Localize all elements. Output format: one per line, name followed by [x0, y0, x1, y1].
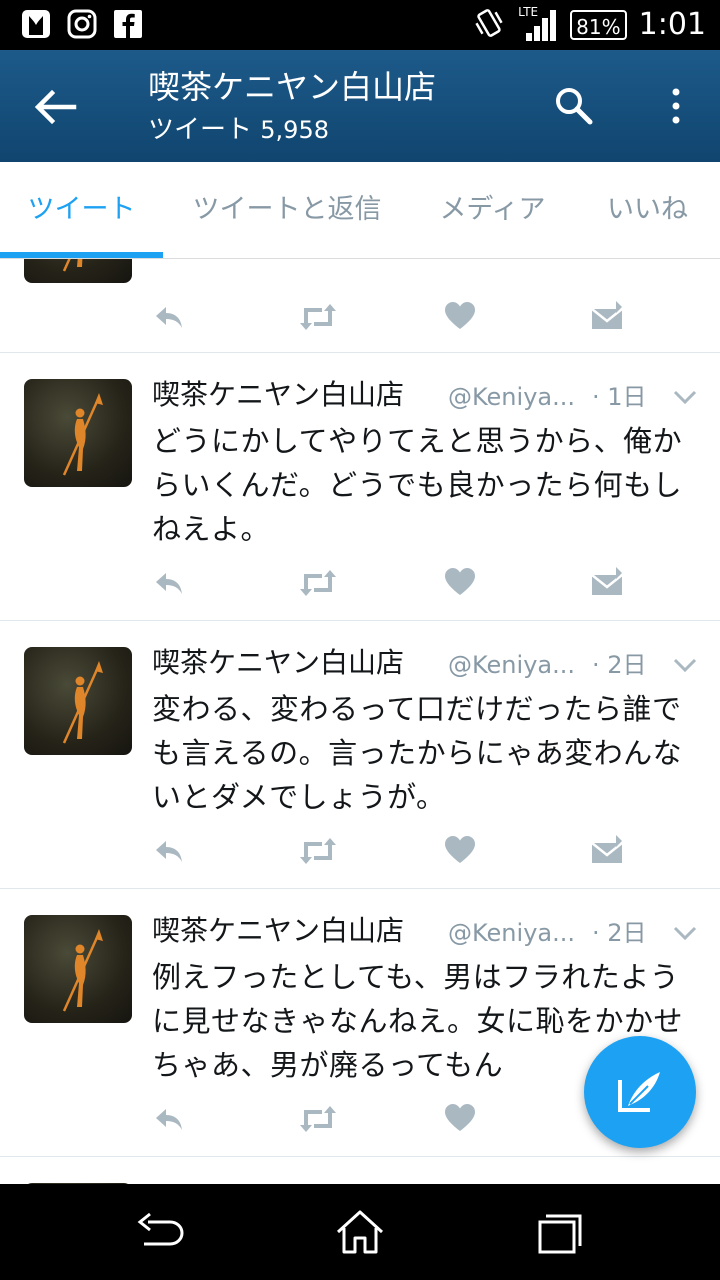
reply-icon	[156, 841, 182, 862]
recent-apps-button[interactable]	[534, 1208, 586, 1256]
tweet-author-name[interactable]: 喫茶ケニヤン白山店	[152, 911, 404, 951]
tweet-item-partial[interactable]	[0, 259, 720, 353]
direct-message-button[interactable]	[590, 299, 624, 335]
reply-button[interactable]	[152, 299, 186, 335]
tweet-author-handle[interactable]: @Keniya...	[448, 915, 578, 951]
tweet-item[interactable]: 喫茶ケニヤン白山店 @Keniya... · 1日 どうにかしてやりてえと思うか…	[0, 353, 720, 621]
profile-tabs: ツイート ツイートと返信 メディア いいね	[0, 162, 720, 259]
reply-icon	[156, 573, 182, 594]
arrow-left-icon	[34, 89, 77, 125]
avatar[interactable]	[24, 259, 132, 283]
reply-button[interactable]	[152, 565, 186, 601]
heart-icon	[445, 1104, 475, 1131]
compose-tweet-button[interactable]	[584, 1036, 696, 1148]
tuxedo-app-icon	[20, 8, 52, 40]
page-title: 喫茶ケニヤン白山店	[148, 68, 437, 106]
like-button[interactable]	[444, 833, 476, 869]
tweet-author-name[interactable]: 喫茶ケニヤン白山店	[152, 375, 404, 415]
back-nav-button[interactable]	[134, 1208, 186, 1256]
more-options-button[interactable]	[662, 86, 690, 126]
tweet-actions	[0, 565, 720, 601]
heart-icon	[445, 302, 475, 329]
direct-message-button[interactable]	[590, 833, 624, 869]
avatar[interactable]	[24, 915, 132, 1023]
tweet-menu-button[interactable]	[672, 925, 698, 943]
recent-apps-icon	[538, 1214, 582, 1254]
tweet-actions	[0, 299, 720, 335]
tab-tweets[interactable]: ツイート	[0, 162, 163, 258]
more-vertical-icon	[672, 88, 680, 124]
back-button[interactable]	[30, 86, 82, 128]
tweet-menu-button[interactable]	[672, 657, 698, 675]
reply-icon	[156, 307, 182, 328]
retweet-icon	[300, 1106, 336, 1132]
retweet-button[interactable]	[298, 1101, 338, 1137]
reply-button[interactable]	[152, 1101, 186, 1137]
status-bar: LTE 81% 1:01	[0, 0, 720, 50]
active-tab-indicator	[0, 252, 163, 258]
vibrate-icon	[472, 6, 506, 44]
home-nav-button[interactable]	[334, 1208, 386, 1256]
tweet-text: 変わる、変わるって口だけだったら誰でも言えるの。言ったからにゃあ変わんないとダメ…	[152, 692, 683, 814]
direct-message-button[interactable]	[590, 565, 624, 601]
chevron-down-icon	[673, 926, 697, 941]
tweet-count-line: ツイート 5,958	[148, 112, 329, 148]
battery-indicator: 81%	[570, 10, 627, 40]
signal-icon: LTE	[518, 5, 558, 43]
back-nav-icon	[137, 1212, 184, 1246]
tweet-item-partial[interactable]	[0, 1157, 720, 1184]
tweet-author-name[interactable]: 喫茶ケニヤン白山店	[152, 643, 404, 683]
tweet-time: · 1日	[592, 383, 647, 411]
like-button[interactable]	[444, 299, 476, 335]
chevron-down-icon	[673, 390, 697, 405]
search-icon	[556, 88, 593, 125]
home-icon	[336, 1210, 384, 1254]
clock: 1:01	[638, 7, 706, 42]
tweet-time: · 2日	[592, 651, 647, 679]
like-button[interactable]	[444, 565, 476, 601]
tweet-count-label: ツイート	[148, 115, 253, 145]
retweet-button[interactable]	[298, 299, 338, 335]
reply-icon	[156, 1109, 182, 1130]
tab-media[interactable]: メディア	[420, 162, 565, 258]
envelope-icon	[591, 301, 623, 329]
heart-icon	[445, 568, 475, 595]
tweet-time: · 2日	[592, 919, 647, 947]
avatar[interactable]	[24, 379, 132, 487]
tab-tweets-and-replies[interactable]: ツイートと返信	[172, 162, 402, 258]
retweet-icon	[300, 570, 336, 596]
tweet-menu-button[interactable]	[672, 389, 698, 407]
instagram-icon	[66, 8, 98, 40]
retweet-button[interactable]	[298, 833, 338, 869]
reply-button[interactable]	[152, 833, 186, 869]
like-button[interactable]	[444, 1101, 476, 1137]
heart-icon	[445, 836, 475, 863]
app-bar: 喫茶ケニヤン白山店 ツイート 5,958	[0, 50, 720, 162]
tweet-text: どうにかしてやりてえと思うから、俺からいくんだ。どうでも良かったら何もしねえよ。	[152, 424, 683, 546]
tweet-actions	[0, 833, 720, 869]
avatar[interactable]	[24, 647, 132, 755]
facebook-icon	[112, 8, 144, 40]
compose-quill-icon	[618, 1072, 660, 1112]
retweet-icon	[300, 304, 336, 330]
chevron-down-icon	[673, 658, 697, 673]
system-navigation-bar	[0, 1184, 720, 1280]
search-button[interactable]	[552, 84, 596, 128]
retweet-button[interactable]	[298, 565, 338, 601]
tweet-item[interactable]: 喫茶ケニヤン白山店 @Keniya... · 2日 変わる、変わるって口だけだっ…	[0, 621, 720, 889]
envelope-icon	[591, 835, 623, 863]
tweet-count: 5,958	[260, 116, 329, 144]
tweet-author-handle[interactable]: @Keniya...	[448, 647, 578, 683]
envelope-icon	[591, 567, 623, 595]
retweet-icon	[300, 838, 336, 864]
tweet-author-handle[interactable]: @Keniya...	[448, 379, 578, 415]
tab-likes[interactable]: いいね	[585, 162, 710, 258]
